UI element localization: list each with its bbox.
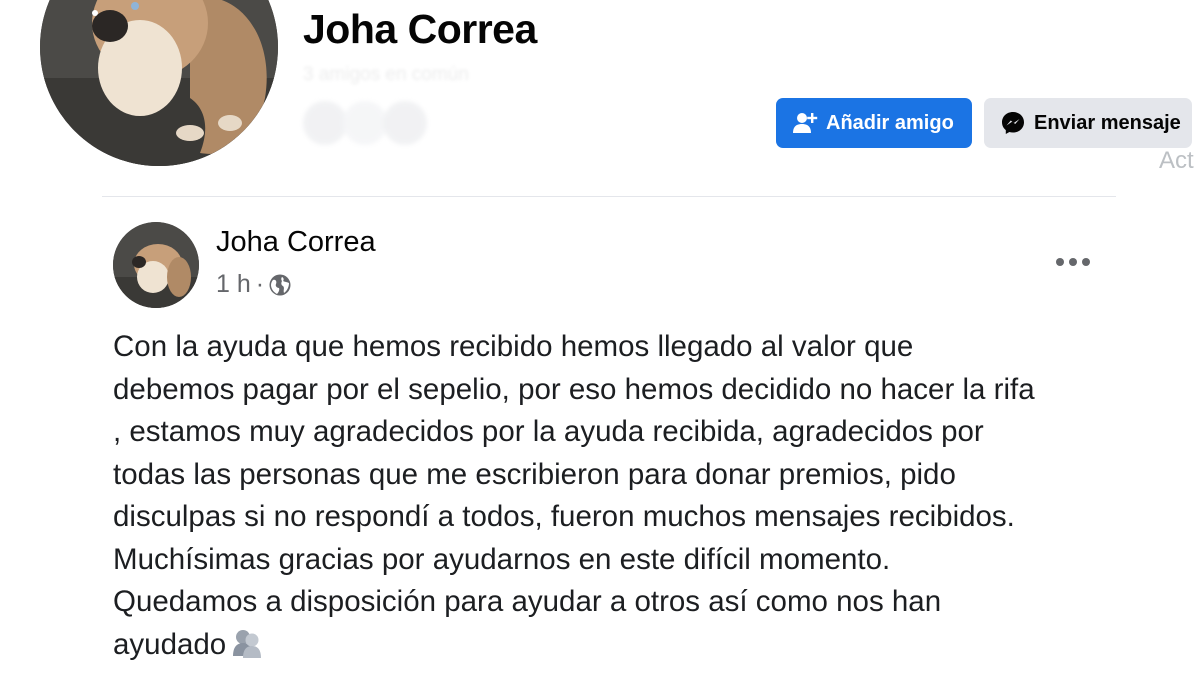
post-author-avatar[interactable]	[113, 222, 199, 308]
profile-name: Joha Correa	[303, 6, 537, 52]
add-friend-button[interactable]: Añadir amigo	[776, 98, 972, 148]
section-divider	[102, 196, 1116, 197]
post-author-name[interactable]: Joha Correa	[216, 226, 376, 259]
messenger-icon	[1002, 112, 1024, 134]
add-friend-label: Añadir amigo	[826, 111, 954, 134]
hug-emoji-icon	[233, 629, 262, 658]
post-meta: 1 h ·	[216, 270, 292, 299]
dog-photo	[40, 0, 278, 166]
truncated-action-text[interactable]: Act	[1159, 147, 1194, 175]
post-timestamp[interactable]: 1 h	[216, 270, 251, 299]
post-options-button[interactable]	[1050, 246, 1096, 278]
send-message-button[interactable]: Enviar mensaje	[984, 98, 1192, 148]
post-body-text: Con la ayuda que hemos recibido hemos ll…	[113, 330, 1035, 661]
add-friend-icon	[793, 113, 818, 133]
meta-separator: ·	[255, 270, 265, 298]
globe-icon	[269, 274, 291, 295]
send-message-label: Enviar mensaje	[1034, 111, 1181, 134]
profile-avatar[interactable]	[40, 0, 278, 166]
dog-photo-small	[113, 222, 199, 308]
mutual-friends-count[interactable]: 3 amigos en común	[303, 64, 469, 86]
more-options-icon	[1056, 258, 1090, 266]
post-body: Con la ayuda que hemos recibido hemos ll…	[113, 326, 1123, 666]
mutual-friends-avatars[interactable]	[300, 98, 430, 148]
